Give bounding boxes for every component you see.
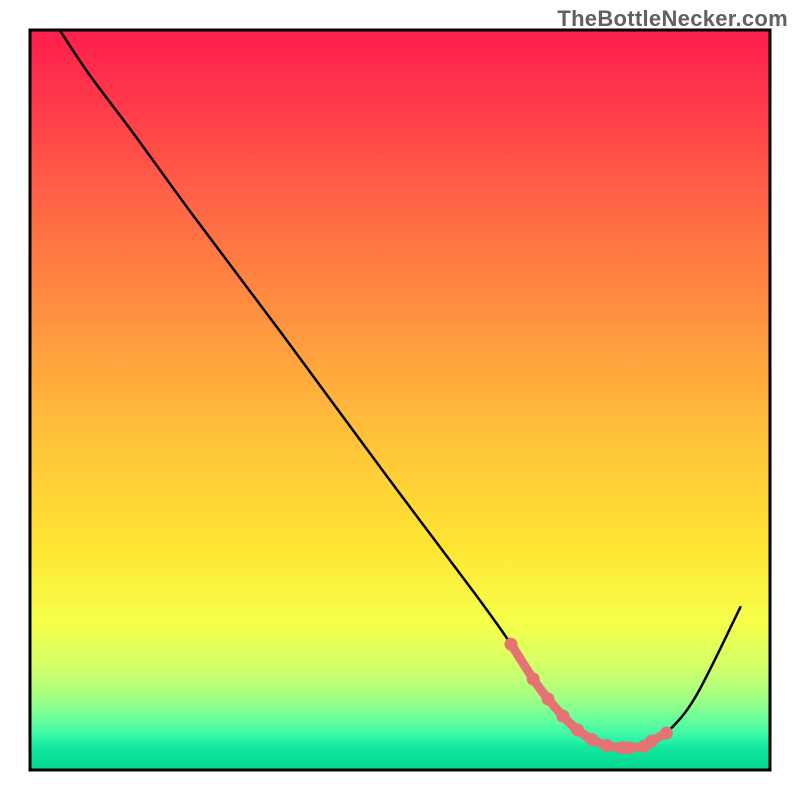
- highlight-dot: [571, 724, 584, 737]
- highlight-dot: [542, 692, 555, 705]
- highlight-dot: [586, 733, 599, 746]
- highlight-dot: [601, 739, 614, 752]
- plot-background: [30, 30, 770, 770]
- chart-container: TheBottleNecker.com: [0, 0, 800, 800]
- highlight-dot: [623, 741, 636, 754]
- highlight-dot: [527, 672, 540, 685]
- highlight-dot: [660, 727, 673, 740]
- highlight-dot: [645, 735, 658, 748]
- highlight-dot: [556, 709, 569, 722]
- highlight-dot: [505, 638, 518, 651]
- bottleneck-chart: [0, 0, 800, 800]
